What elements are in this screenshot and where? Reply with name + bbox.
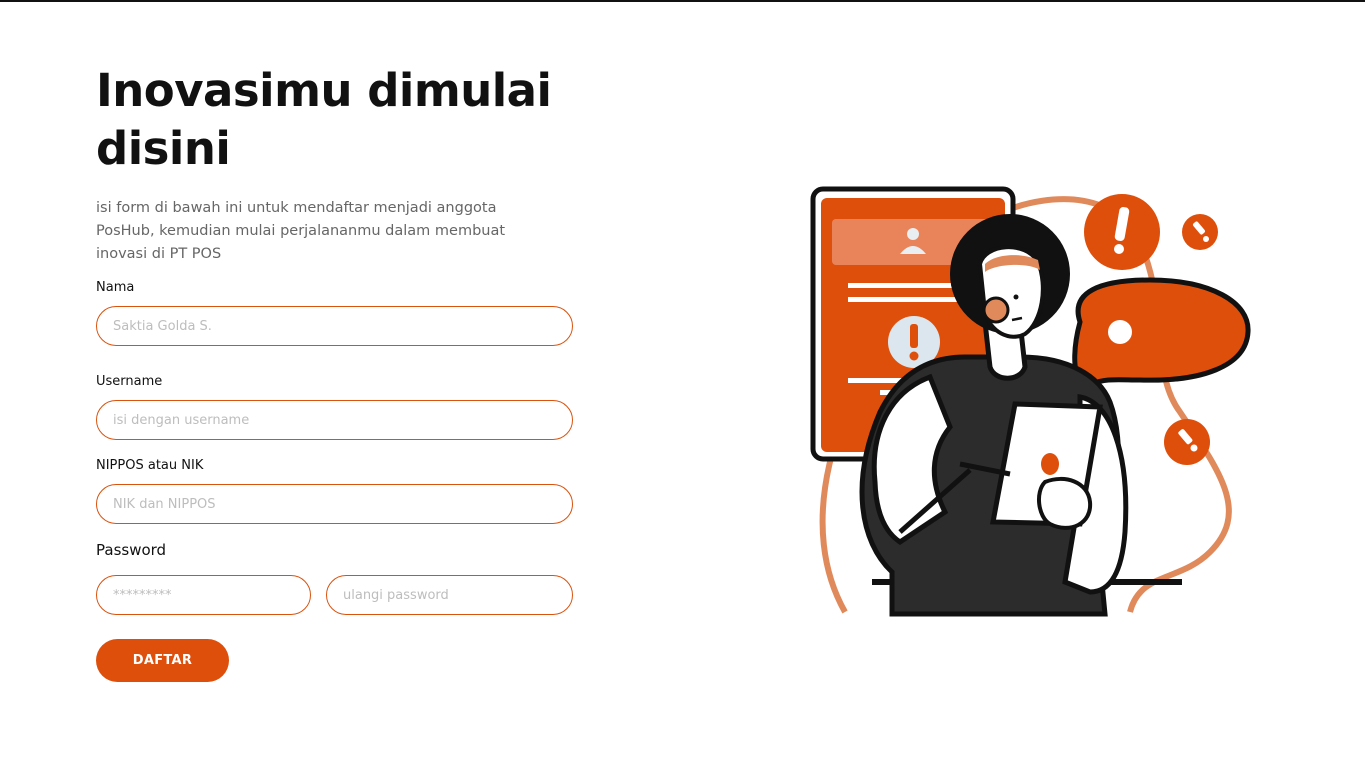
password-confirm-input[interactable]: [326, 575, 573, 615]
person-with-tablet-alert-illustration: [810, 186, 1251, 617]
page-title: Inovasimu dimulai disini: [96, 64, 552, 175]
password-input[interactable]: [96, 575, 311, 615]
username-label: Username: [96, 374, 163, 389]
password-label: Password: [96, 541, 167, 559]
nama-label: Nama: [96, 280, 135, 295]
daftar-button[interactable]: DAFTAR: [96, 639, 229, 682]
nippos-label: NIPPOS atau NIK: [96, 458, 204, 473]
nippos-input[interactable]: [96, 484, 573, 524]
nama-input[interactable]: [96, 306, 573, 346]
page-description: isi form di bawah ini untuk mendaftar me…: [96, 200, 506, 262]
username-input[interactable]: [96, 400, 573, 440]
